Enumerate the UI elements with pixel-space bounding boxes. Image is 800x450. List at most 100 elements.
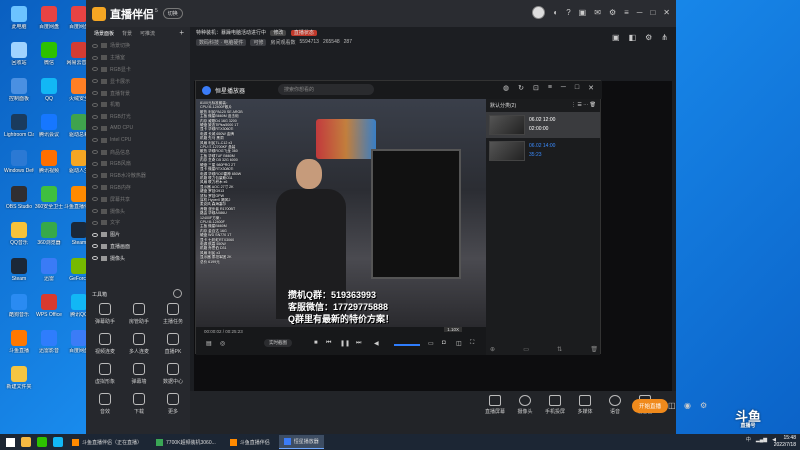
scene-item[interactable]: RGB风扇 bbox=[86, 158, 190, 170]
help-icon[interactable]: ? bbox=[566, 8, 570, 17]
scene-item[interactable]: 商品信息 bbox=[86, 146, 190, 158]
screen-capture-button[interactable]: 直播屏幕 bbox=[482, 395, 508, 415]
maximize-icon[interactable]: □ bbox=[650, 8, 655, 17]
desktop-icon[interactable]: QQ bbox=[34, 78, 64, 102]
category-edit[interactable]: 可修 bbox=[250, 39, 267, 46]
close-icon[interactable]: ✕ bbox=[663, 8, 670, 17]
record-icon[interactable]: ▣ bbox=[612, 33, 620, 42]
tab-background[interactable]: 背景 bbox=[122, 30, 132, 37]
menu-icon[interactable]: ≡ bbox=[548, 84, 552, 92]
window-icon[interactable]: ◫ bbox=[456, 340, 462, 347]
scene-item[interactable]: 摄像头 bbox=[86, 205, 190, 217]
media-button[interactable]: 多媒体 bbox=[572, 395, 598, 415]
scene-item[interactable]: RGB显卡 bbox=[86, 64, 190, 76]
desktop-icon[interactable]: 腾讯会议 bbox=[34, 114, 64, 138]
file-explorer-icon[interactable] bbox=[21, 437, 31, 447]
scene-item[interactable]: Intel CPU bbox=[86, 134, 190, 146]
refresh-icon[interactable]: ↻ bbox=[518, 84, 524, 92]
video-frame[interactable]: 8100元标准套装： CPU i5-12400F散片 散热 利民PA120 SE A… bbox=[196, 99, 486, 327]
desktop-icon[interactable]: 腾讯视频 bbox=[34, 150, 64, 174]
lock-icon[interactable]: ◧ bbox=[629, 33, 637, 42]
minimize-icon[interactable]: ─ bbox=[561, 84, 566, 92]
sort-icon[interactable]: ⇅ bbox=[557, 346, 562, 353]
speed-button[interactable]: 1.10X bbox=[444, 327, 462, 332]
room-edit-tag[interactable]: 修改 bbox=[270, 30, 287, 36]
settings-gear-icon[interactable]: ⚙ bbox=[700, 401, 707, 410]
camera-button[interactable]: 摄像头 bbox=[512, 395, 538, 415]
desktop-icon[interactable]: 迅雷影音 bbox=[34, 330, 64, 354]
pause-icon[interactable]: ❚❚ bbox=[340, 340, 350, 347]
stop-icon[interactable]: ■ bbox=[314, 340, 318, 346]
menu-icon[interactable]: ≡ bbox=[624, 8, 629, 17]
wechat-icon[interactable] bbox=[37, 437, 47, 447]
pin-icon[interactable]: ⊡ bbox=[533, 84, 539, 92]
visibility-eye-icon[interactable] bbox=[92, 43, 98, 48]
visibility-eye-icon[interactable] bbox=[92, 67, 98, 72]
scene-item[interactable]: 机箱 bbox=[86, 99, 190, 111]
tool-button[interactable]: 主播任务 bbox=[156, 303, 190, 325]
desktop-icon[interactable]: 回收站 bbox=[4, 42, 34, 66]
visibility-eye-icon[interactable] bbox=[92, 55, 98, 60]
visibility-eye-icon[interactable] bbox=[92, 79, 98, 84]
volume-icon[interactable]: ◀ bbox=[374, 340, 379, 347]
desktop-icon[interactable]: Lightroom Classic bbox=[4, 114, 34, 138]
playlist-actions[interactable]: ⋮ ☰ ⋯ 🗑 bbox=[571, 102, 596, 109]
desktop-icon[interactable]: 斗鱼直播 bbox=[4, 330, 34, 354]
visibility-eye-icon[interactable] bbox=[92, 185, 98, 190]
input-method[interactable]: 中 bbox=[746, 436, 751, 443]
visibility-eye-icon[interactable] bbox=[92, 138, 98, 143]
headset-icon[interactable]: ◐ bbox=[553, 8, 558, 17]
voice-button[interactable]: 语音 bbox=[602, 395, 628, 415]
add-icon[interactable]: ⊕ bbox=[490, 346, 495, 353]
visibility-eye-icon[interactable] bbox=[92, 150, 98, 155]
desktop-icon[interactable]: 控制面板 bbox=[4, 78, 34, 102]
scene-item[interactable]: 直播画面 bbox=[86, 241, 190, 253]
tool-button[interactable]: 弹幕助手 bbox=[88, 303, 122, 325]
snapshot-icon[interactable]: ◘ bbox=[442, 340, 446, 346]
desktop-icon[interactable]: WPS Office bbox=[34, 294, 64, 318]
tool-button[interactable]: 数据中心 bbox=[156, 363, 190, 385]
playlist-item[interactable]: 06.02 14:00 35:23 bbox=[486, 138, 600, 164]
folder-icon[interactable]: ▭ bbox=[523, 346, 529, 353]
switch-button[interactable]: 切换 bbox=[162, 8, 183, 19]
scene-item[interactable]: 摄像头 bbox=[86, 252, 190, 264]
visibility-eye-icon[interactable] bbox=[92, 173, 98, 178]
desktop-icon[interactable]: 酷狗音乐 bbox=[4, 294, 34, 318]
settings-icon[interactable]: ⚙ bbox=[609, 8, 616, 17]
desktop-icon[interactable]: 新建文件夹 bbox=[4, 366, 34, 390]
scene-item[interactable]: 图片 bbox=[86, 229, 190, 241]
subtitle-icon[interactable]: ▭ bbox=[428, 340, 434, 347]
tool-button[interactable]: 弹幕墙 bbox=[122, 363, 156, 385]
desktop-icon[interactable]: OBS Studio bbox=[4, 186, 34, 210]
visibility-eye-icon[interactable] bbox=[92, 197, 98, 202]
screenshot-button[interactable]: 实时截图 bbox=[264, 339, 292, 347]
add-scene-icon[interactable]: + bbox=[179, 28, 184, 37]
tool-button[interactable]: 房管助手 bbox=[122, 303, 156, 325]
fullscreen-icon[interactable]: ⛶ bbox=[470, 340, 474, 347]
desktop-icon[interactable]: QQ音乐 bbox=[4, 222, 34, 246]
visibility-eye-icon[interactable] bbox=[92, 126, 98, 131]
visibility-eye-icon[interactable] bbox=[92, 209, 98, 214]
visibility-eye-icon[interactable] bbox=[92, 114, 98, 119]
maximize-icon[interactable]: □ bbox=[575, 84, 579, 92]
video-icon[interactable]: ◫ bbox=[668, 401, 676, 410]
tool-button[interactable]: 音效 bbox=[88, 393, 122, 415]
gear-icon[interactable]: ⚙ bbox=[645, 33, 652, 42]
record-icon[interactable]: ◎ bbox=[220, 340, 225, 347]
avatar[interactable] bbox=[532, 6, 546, 19]
visibility-eye-icon[interactable] bbox=[92, 91, 98, 96]
qq-icon[interactable] bbox=[53, 437, 63, 447]
tool-button[interactable]: 视频连麦 bbox=[88, 333, 122, 355]
tool-button[interactable]: 虚拟形象 bbox=[88, 363, 122, 385]
tool-button[interactable]: 直播PK bbox=[156, 333, 190, 355]
visibility-eye-icon[interactable] bbox=[92, 220, 98, 225]
visibility-eye-icon[interactable] bbox=[92, 256, 98, 261]
desktop-icon[interactable]: 此电脑 bbox=[4, 6, 34, 30]
desktop-icon[interactable]: 360浏览器 bbox=[34, 222, 64, 246]
scene-item[interactable]: RGB内存 bbox=[86, 182, 190, 194]
volume-slider[interactable] bbox=[394, 344, 420, 346]
clock[interactable]: 15:48 2022/7/18 bbox=[774, 435, 796, 449]
tab-stream[interactable]: 可推流 bbox=[140, 30, 155, 37]
desktop-icon[interactable]: 微信 bbox=[34, 42, 64, 66]
tab-scenes[interactable]: 场景面板 bbox=[94, 30, 114, 37]
